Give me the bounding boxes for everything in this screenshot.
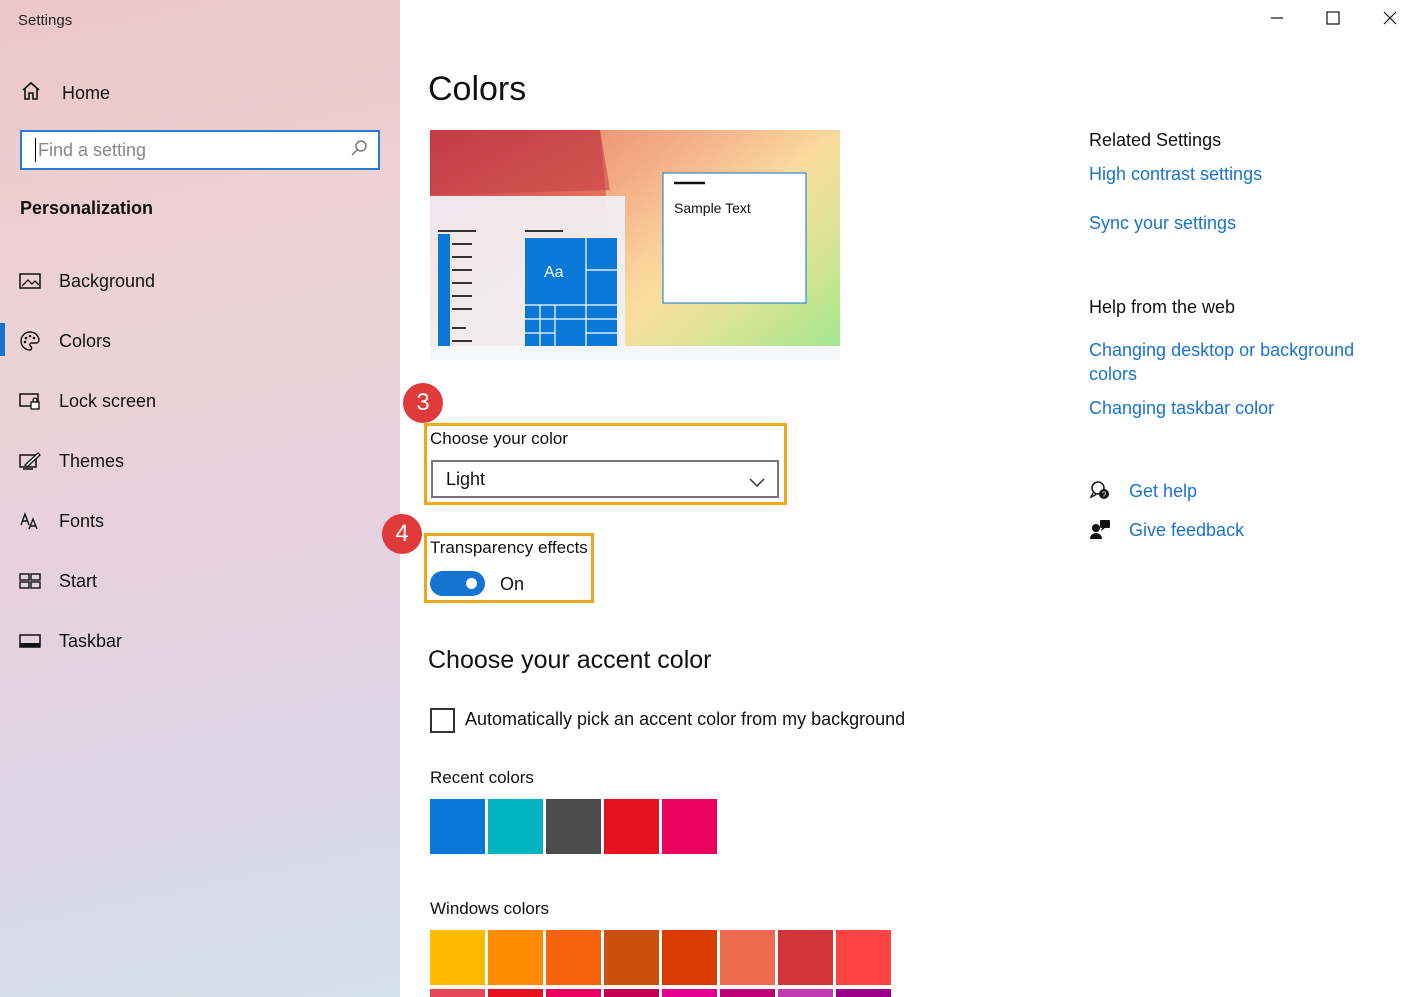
transparency-toggle[interactable] <box>430 571 485 596</box>
toggle-knob <box>466 578 477 589</box>
related-settings-title: Related Settings <box>1089 130 1222 150</box>
help-link-taskbar-color[interactable]: Changing taskbar color <box>1089 396 1274 420</box>
help-link-desktop-colors[interactable]: Changing desktop or background colors <box>1089 338 1354 386</box>
sidebar-item-themes[interactable]: Themes <box>0 431 400 491</box>
give-feedback-link[interactable]: Give feedback <box>1089 519 1244 541</box>
lock-screen-icon <box>19 390 41 412</box>
windows-color-swatch-row2-3[interactable] <box>546 989 601 997</box>
transparency-state: On <box>500 574 525 594</box>
search-icon[interactable] <box>350 139 368 162</box>
get-help-icon: ? <box>1089 480 1111 502</box>
section-title: Personalization <box>20 198 154 218</box>
give-feedback-label: Give feedback <box>1129 519 1245 540</box>
windows-color-swatch-5[interactable] <box>662 930 717 985</box>
windows-color-swatch-row2-8[interactable] <box>836 989 891 997</box>
windows-color-swatch-4[interactable] <box>604 930 659 985</box>
help-link-line-2: colors <box>1089 364 1138 384</box>
taskbar-icon <box>19 630 41 652</box>
windows-color-swatch-row2-4[interactable] <box>604 989 659 997</box>
auto-accent-checkbox[interactable] <box>430 708 455 733</box>
recent-colors-label: Recent colors <box>430 768 534 787</box>
preview-illustration <box>430 130 840 346</box>
choose-color-label: Choose your color <box>430 429 568 448</box>
maximize-icon <box>1326 10 1340 30</box>
sidebar-item-colors[interactable]: Colors <box>0 311 400 371</box>
sidebar-item-home[interactable]: Home <box>20 80 110 107</box>
theme-preview: Sample Text Aa <box>430 130 840 360</box>
preview-tile-text: Aa <box>544 264 564 281</box>
windows-color-swatch-1[interactable] <box>430 930 485 985</box>
windows-color-swatch-6[interactable] <box>720 930 775 985</box>
step-badge-4: 4 <box>382 514 422 554</box>
sidebar-item-start[interactable]: Start <box>0 551 400 611</box>
recent-color-swatch-2[interactable] <box>488 799 543 854</box>
windows-color-swatch-row2-6[interactable] <box>720 989 775 997</box>
windows-color-swatch-row2-1[interactable] <box>430 989 485 997</box>
sidebar-nav: Background Colors Lock screen Themes Fon… <box>0 251 400 671</box>
windows-color-swatch-row2-2[interactable] <box>488 989 543 997</box>
page-title: Colors <box>428 70 527 108</box>
home-label: Home <box>62 83 111 103</box>
sidebar-item-fonts[interactable]: Fonts <box>0 491 400 551</box>
accent-section-title: Choose your accent color <box>428 646 712 674</box>
recent-color-swatch-3[interactable] <box>546 799 601 854</box>
sidebar-item-label: Themes <box>59 450 125 471</box>
windows-color-swatch-row2-7[interactable] <box>778 989 833 997</box>
themes-icon <box>19 450 41 472</box>
color-mode-value: Light <box>446 468 486 489</box>
step-badge-3: 3 <box>403 383 443 423</box>
windows-color-swatch-row2-5[interactable] <box>662 989 717 997</box>
sidebar-item-lock-screen[interactable]: Lock screen <box>0 371 400 431</box>
recent-color-swatch-5[interactable] <box>662 799 717 854</box>
palette-icon <box>19 330 41 352</box>
fonts-icon <box>19 510 41 532</box>
transparency-label: Transparency effects <box>430 538 588 557</box>
sync-settings-link[interactable]: Sync your settings <box>1089 211 1236 235</box>
color-mode-dropdown[interactable]: Light <box>431 460 779 498</box>
window-title: Settings <box>18 12 73 29</box>
help-web-title: Help from the web <box>1089 297 1236 317</box>
close-icon <box>1383 11 1397 30</box>
windows-color-swatch-7[interactable] <box>778 930 833 985</box>
home-icon <box>20 80 62 107</box>
feedback-icon <box>1089 519 1111 541</box>
windows-color-swatch-2[interactable] <box>488 930 543 985</box>
minimize-button[interactable] <box>1265 8 1289 32</box>
chevron-down-icon <box>749 472 765 493</box>
sidebar-item-label: Background <box>59 270 156 291</box>
minimize-icon <box>1270 11 1284 30</box>
sidebar-item-label: Lock screen <box>59 390 157 411</box>
get-help-link[interactable]: ? Get help <box>1089 480 1197 502</box>
close-button[interactable] <box>1378 8 1402 32</box>
maximize-button[interactable] <box>1321 8 1345 32</box>
recent-colors-grid <box>430 799 717 854</box>
auto-accent-label: Automatically pick an accent color from … <box>465 709 906 729</box>
windows-colors-grid <box>430 930 891 985</box>
sidebar-item-taskbar[interactable]: Taskbar <box>0 611 400 671</box>
help-link-line-1: Changing desktop or background <box>1089 340 1355 360</box>
sidebar-item-background[interactable]: Background <box>0 251 400 311</box>
preview-sample-text: Sample Text <box>674 200 751 216</box>
recent-color-swatch-4[interactable] <box>604 799 659 854</box>
windows-colors-grid-row2 <box>430 989 891 997</box>
sidebar-item-label: Taskbar <box>59 630 123 651</box>
picture-icon <box>19 270 41 292</box>
windows-color-swatch-8[interactable] <box>836 930 891 985</box>
search-input[interactable] <box>35 138 350 162</box>
sidebar: Settings Home Personalization Background… <box>0 0 400 997</box>
sidebar-item-label: Colors <box>59 330 112 351</box>
sidebar-item-label: Fonts <box>59 510 105 531</box>
get-help-label: Get help <box>1129 480 1198 501</box>
windows-color-swatch-3[interactable] <box>546 930 601 985</box>
svg-text:?: ? <box>1102 491 1107 500</box>
windows-colors-label: Windows colors <box>430 899 550 918</box>
high-contrast-link[interactable]: High contrast settings <box>1089 162 1262 186</box>
sidebar-item-label: Start <box>59 570 98 591</box>
recent-color-swatch-1[interactable] <box>430 799 485 854</box>
start-icon <box>19 570 41 592</box>
search-box[interactable] <box>20 130 380 170</box>
